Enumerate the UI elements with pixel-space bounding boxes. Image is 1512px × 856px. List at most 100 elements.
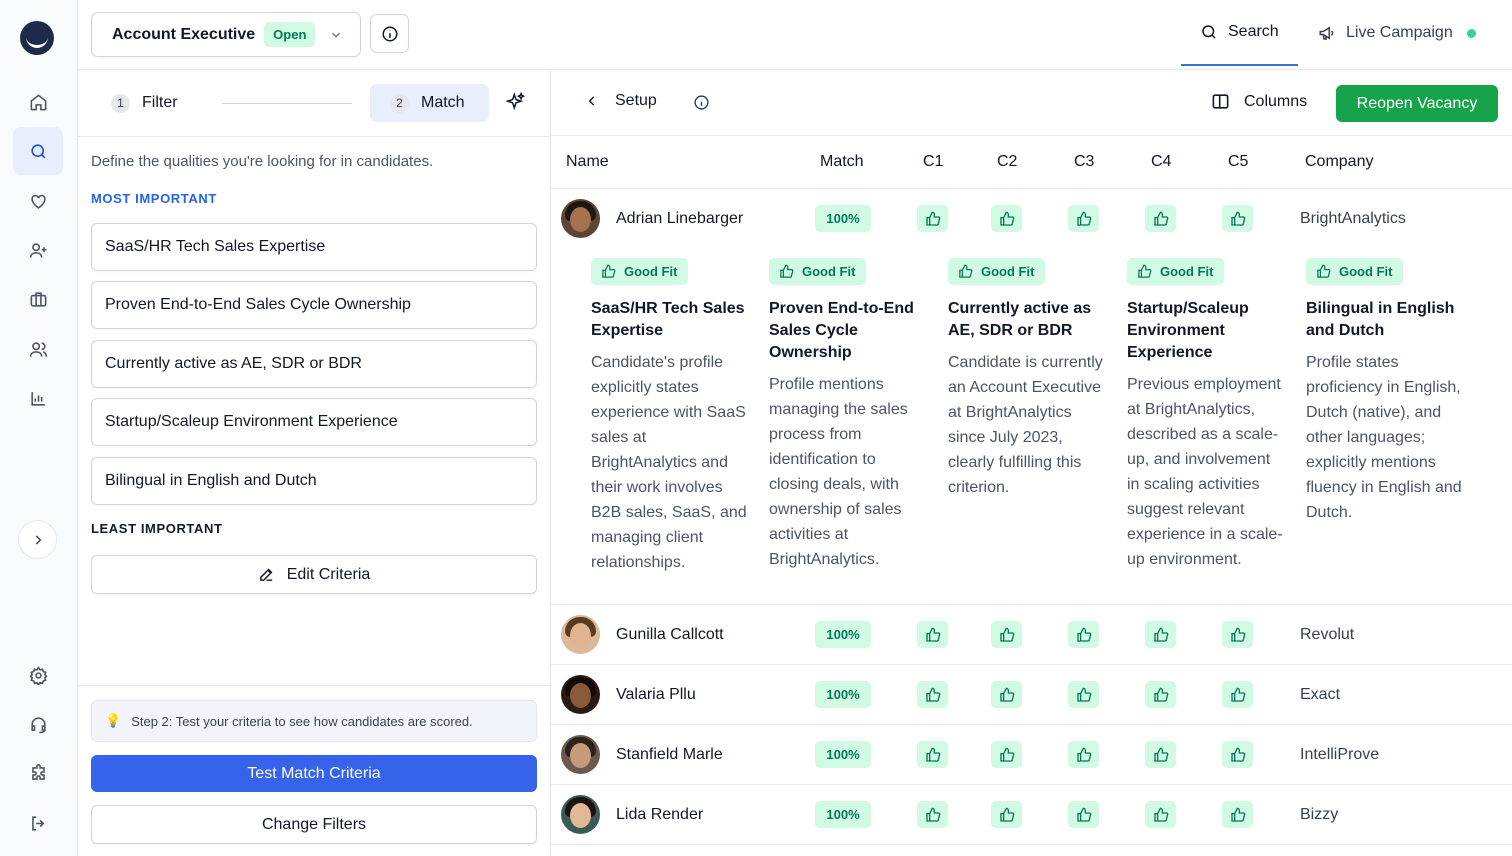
job-selector[interactable]: Account Executive Open xyxy=(91,12,361,57)
criterion-detail-title: Bilingual in English and Dutch xyxy=(1306,300,1455,339)
thumbs-up-icon xyxy=(917,621,948,648)
expand-sidebar-button[interactable] xyxy=(18,520,57,559)
column-header-match[interactable]: Match xyxy=(820,153,864,171)
thumbs-up-icon xyxy=(1222,681,1253,708)
reopen-vacancy-button[interactable]: Reopen Vacancy xyxy=(1336,85,1498,122)
search-icon xyxy=(1202,25,1216,39)
candidates-panel: Setup Columns Reopen Vacancy Name Match … xyxy=(551,70,1512,856)
thumbs-up-icon xyxy=(1068,205,1099,232)
candidate-name[interactable]: Lida Render xyxy=(616,806,703,824)
criterion-detail: Good Fit Startup/Scaleup Environment Exp… xyxy=(1127,258,1287,572)
criterion-detail: Good Fit Bilingual in English and Dutch … xyxy=(1306,258,1466,525)
search-icon[interactable] xyxy=(13,127,63,175)
criteria-footer: 💡 Step 2: Test your criteria to see how … xyxy=(78,685,550,856)
column-header-c5[interactable]: C5 xyxy=(1228,153,1248,171)
criterion-item[interactable]: Startup/Scaleup Environment Experience xyxy=(91,398,537,446)
column-header-c3[interactable]: C3 xyxy=(1074,153,1094,171)
match-score-badge: 100% xyxy=(815,801,871,828)
info-icon xyxy=(382,26,397,41)
logout-icon[interactable] xyxy=(13,799,63,847)
puzzle-icon[interactable] xyxy=(13,749,63,797)
step-indicator: 1 Filter 2 Match xyxy=(78,70,550,137)
table-row[interactable]: Adrian Linebarger 100% BrightAnalytics G… xyxy=(551,190,1512,605)
match-score-badge: 100% xyxy=(815,621,871,648)
column-header-c1[interactable]: C1 xyxy=(923,153,943,171)
thumbs-up-icon xyxy=(1145,621,1176,648)
top-bar: Account Executive Open Search Live Campa… xyxy=(78,0,1512,70)
thumbs-up-icon xyxy=(1138,264,1152,278)
bar-chart-icon[interactable] xyxy=(13,374,63,422)
columns-icon xyxy=(1212,94,1229,109)
criterion-detail-text: Candidate is currently an Account Execut… xyxy=(948,354,1103,496)
edit-icon xyxy=(259,568,273,581)
column-header-c2[interactable]: C2 xyxy=(997,153,1017,171)
step-match[interactable]: 2 Match xyxy=(370,84,489,122)
thumbs-up-icon xyxy=(1068,621,1099,648)
thumbs-up-icon xyxy=(959,264,973,278)
avatar xyxy=(561,199,600,238)
columns-button[interactable]: Columns xyxy=(1211,92,1307,111)
sparkle-icon[interactable] xyxy=(506,92,526,112)
table-row[interactable]: Stanfield Marle 100% IntelliProve xyxy=(551,725,1512,785)
avatar xyxy=(561,735,600,774)
criterion-item[interactable]: Proven End-to-End Sales Cycle Ownership xyxy=(91,281,537,329)
criterion-detail-text: Profile states proficiency in English, D… xyxy=(1306,354,1462,521)
criterion-item[interactable]: SaaS/HR Tech Sales Expertise xyxy=(91,223,537,271)
candidate-name[interactable]: Valaria Pllu xyxy=(616,686,696,704)
column-header-company[interactable]: Company xyxy=(1305,153,1373,171)
criterion-detail-text: Profile mentions managing the sales proc… xyxy=(769,376,908,568)
app-logo[interactable] xyxy=(20,21,54,55)
hint-text: Step 2: Test your criteria to see how ca… xyxy=(131,713,473,729)
good-fit-label: Good Fit xyxy=(624,264,678,279)
tab-live-campaign[interactable]: Live Campaign xyxy=(1318,0,1476,66)
criterion-item[interactable]: Currently active as AE, SDR or BDR xyxy=(91,340,537,388)
criterion-detail-text: Candidate's profile explicitly states ex… xyxy=(591,354,747,571)
good-fit-badge: Good Fit xyxy=(591,258,689,285)
table-row[interactable]: Valaria Pllu 100% Exact xyxy=(551,665,1512,725)
change-filters-button[interactable]: Change Filters xyxy=(91,805,537,844)
good-fit-badge: Good Fit xyxy=(948,258,1046,285)
avatar xyxy=(561,675,600,714)
candidate-company: Revolut xyxy=(1300,626,1355,643)
column-header-c4[interactable]: C4 xyxy=(1151,153,1171,171)
candidate-company: Bizzy xyxy=(1300,806,1339,823)
home-icon[interactable] xyxy=(13,78,63,126)
candidate-name[interactable]: Gunilla Callcott xyxy=(616,626,724,644)
heart-icon[interactable] xyxy=(13,177,63,225)
table-row[interactable]: Gunilla Callcott 100% Revolut xyxy=(551,605,1512,665)
thumbs-up-icon xyxy=(1145,741,1176,768)
column-header-name[interactable]: Name xyxy=(566,153,609,171)
criteria-intro: Define the qualities you're looking for … xyxy=(91,153,434,170)
thumbs-up-icon xyxy=(917,681,948,708)
test-match-criteria-button[interactable]: Test Match Criteria xyxy=(91,755,537,792)
candidate-name[interactable]: Adrian Linebarger xyxy=(616,210,743,228)
step-label: Match xyxy=(421,94,465,111)
headset-icon[interactable] xyxy=(13,700,63,748)
candidate-company: BrightAnalytics xyxy=(1300,210,1406,227)
criterion-detail-title: Currently active as AE, SDR or BDR xyxy=(948,300,1092,339)
step-filter[interactable]: 1 Filter xyxy=(111,84,178,122)
setup-back-button[interactable]: Setup xyxy=(585,92,657,110)
criterion-item[interactable]: Bilingual in English and Dutch xyxy=(91,457,537,505)
candidate-name[interactable]: Stanfield Marle xyxy=(616,746,723,764)
thumbs-up-icon xyxy=(991,621,1022,648)
job-info-button[interactable] xyxy=(370,14,409,53)
criterion-detail-title: SaaS/HR Tech Sales Expertise xyxy=(591,300,745,339)
setup-label: Setup xyxy=(615,92,657,109)
briefcase-icon[interactable] xyxy=(13,275,63,323)
thumbs-up-icon xyxy=(991,801,1022,828)
thumbs-up-icon xyxy=(1145,681,1176,708)
users-icon[interactable] xyxy=(13,325,63,373)
edit-criteria-button[interactable]: Edit Criteria xyxy=(91,555,537,594)
good-fit-label: Good Fit xyxy=(981,264,1035,279)
gear-icon[interactable] xyxy=(13,651,63,699)
lightbulb-icon: 💡 xyxy=(105,713,122,728)
thumbs-up-icon xyxy=(1145,205,1176,232)
chevron-right-icon xyxy=(35,534,41,545)
tab-search[interactable]: Search xyxy=(1181,0,1298,66)
thumbs-up-icon xyxy=(1145,801,1176,828)
thumbs-up-icon xyxy=(1222,741,1253,768)
add-user-icon[interactable] xyxy=(13,226,63,274)
info-icon[interactable] xyxy=(693,94,710,111)
table-row[interactable]: Lida Render 100% Bizzy xyxy=(551,785,1512,845)
